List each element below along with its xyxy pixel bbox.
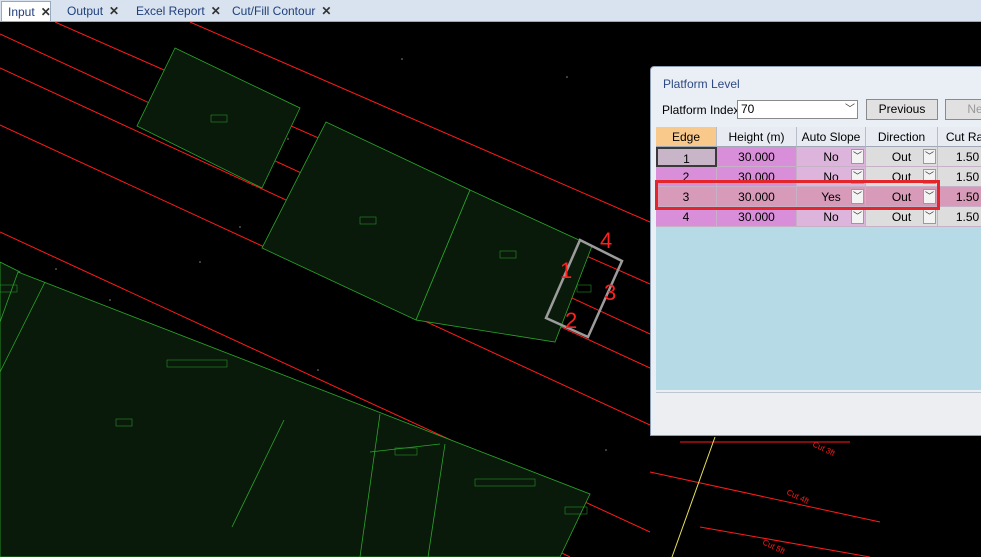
edge-marker: 1 — [560, 258, 572, 283]
column-header-cut-ratio[interactable]: Cut Rati — [938, 127, 981, 147]
close-icon[interactable]: ✕ — [41, 3, 51, 21]
close-icon[interactable]: ✕ — [321, 2, 331, 20]
tab-excel-report-label: Excel Report — [136, 4, 205, 18]
column-header-direction[interactable]: Direction — [866, 127, 938, 147]
cell-direction[interactable]: Out ﹀ — [866, 147, 938, 167]
platform-index-label: Platform Index — [662, 103, 740, 117]
close-icon[interactable]: ✕ — [109, 2, 119, 20]
cell-cut-ratio[interactable]: 1.50 — [938, 167, 981, 187]
chevron-down-icon[interactable]: ﹀ — [923, 149, 936, 164]
dialog-title: Platform Level — [663, 77, 740, 91]
platform-index-combobox[interactable]: 70 ﹀ — [737, 100, 858, 119]
previous-button[interactable]: Previous — [866, 99, 938, 120]
platform-index-value: 70 — [741, 102, 755, 116]
tab-input-label: Input — [8, 4, 35, 19]
cell-edge[interactable]: 1 — [656, 147, 717, 167]
cell-height[interactable]: 30.000 — [717, 147, 797, 167]
dialog-footer — [656, 392, 981, 433]
column-header-height[interactable]: Height (m) — [717, 127, 797, 147]
tab-cut-fill-contour-label: Cut/Fill Contour — [232, 4, 316, 18]
tab-output[interactable]: Output ✕ — [61, 2, 124, 20]
next-button[interactable]: Ne — [945, 99, 981, 120]
cell-cut-ratio[interactable]: 1.50 — [938, 147, 981, 167]
chevron-down-icon[interactable]: ﹀ — [845, 101, 855, 118]
auto-slope-value: No — [823, 150, 839, 164]
cell-edge[interactable]: 4 — [656, 207, 717, 227]
cell-auto-slope[interactable]: No ﹀ — [797, 147, 866, 167]
chevron-down-icon[interactable]: ﹀ — [851, 149, 864, 164]
edge-marker: 4 — [600, 228, 612, 253]
edge-marker: 3 — [604, 280, 616, 305]
direction-value: Out — [891, 150, 912, 164]
column-header-edge[interactable]: Edge — [656, 127, 717, 147]
auto-slope-value: No — [823, 210, 839, 224]
edge-grid: Edge Height (m) Auto Slope Direction Cut… — [656, 127, 981, 390]
direction-value: Out — [891, 210, 912, 224]
cell-cut-ratio[interactable]: 1.50 — [938, 187, 981, 207]
platform-level-dialog: Platform Level Platform Index 70 ﹀ Previ… — [650, 66, 981, 436]
tab-excel-report[interactable]: Excel Report ✕ — [130, 2, 221, 20]
cell-direction[interactable]: Out ﹀ — [866, 207, 938, 227]
column-header-auto-slope[interactable]: Auto Slope — [797, 127, 866, 147]
cell-cut-ratio[interactable]: 1.50 — [938, 207, 981, 227]
cell-height[interactable]: 30.000 — [717, 207, 797, 227]
close-icon[interactable]: ✕ — [211, 2, 221, 20]
tab-cut-fill-contour[interactable]: Cut/Fill Contour ✕ — [226, 2, 331, 20]
tab-input[interactable]: Input ✕ — [1, 1, 51, 21]
chevron-down-icon[interactable]: ﹀ — [851, 209, 864, 224]
document-tab-bar: Input ✕ Output ✕ Excel Report ✕ Cut/Fill… — [0, 0, 981, 22]
edge-marker: 2 — [565, 308, 577, 333]
cell-auto-slope[interactable]: No ﹀ — [797, 207, 866, 227]
row-highlight-annotation — [655, 180, 940, 210]
tab-output-label: Output — [67, 4, 104, 18]
chevron-down-icon[interactable]: ﹀ — [923, 209, 936, 224]
